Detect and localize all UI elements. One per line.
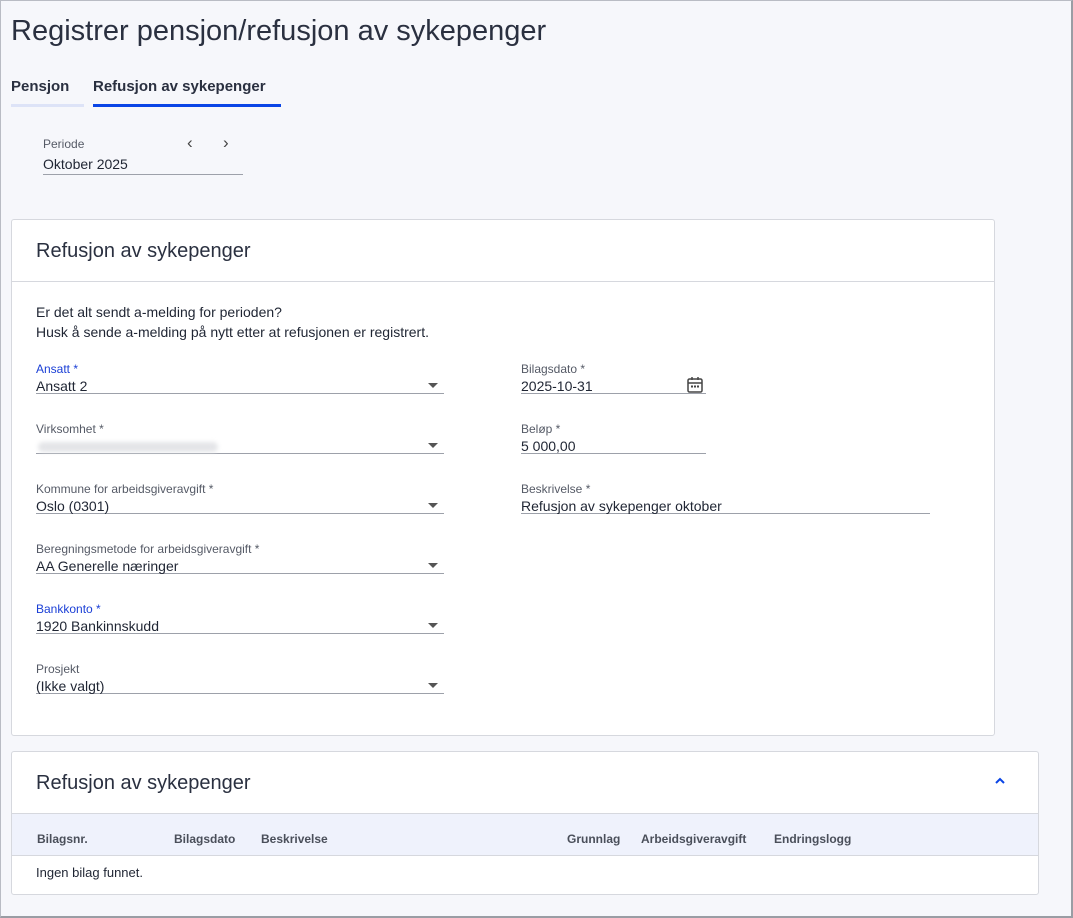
form-title: Refusjon av sykepenger: [36, 240, 251, 263]
table-header: Bilagsnr. Bilagsdato Beskrivelse Grunnla…: [12, 813, 1038, 856]
column-arbeidsgiveravgift[interactable]: Arbeidsgiveravgift: [641, 832, 746, 846]
period-value: Oktober 2025: [43, 156, 128, 172]
next-period-icon[interactable]: ›: [223, 133, 229, 153]
dropdown-caret-icon: [428, 383, 438, 388]
ansatt-value: Ansatt 2: [36, 378, 87, 394]
virksomhet-label: Virksomhet *: [36, 422, 104, 436]
info-line-2: Husk å sende a-melding på nytt etter at …: [36, 324, 429, 340]
beskrivelse-label: Beskrivelse *: [521, 482, 590, 496]
calendar-icon[interactable]: [686, 376, 704, 394]
dropdown-caret-icon: [428, 443, 438, 448]
bilagsdato-value: 2025-10-31: [521, 378, 593, 394]
prosjekt-value: (Ikke valgt): [36, 678, 104, 694]
dropdown-caret-icon: [428, 503, 438, 508]
kommune-label: Kommune for arbeidsgiveravgift *: [36, 482, 213, 496]
empty-message: Ingen bilag funnet.: [36, 865, 143, 880]
prosjekt-select[interactable]: Prosjekt (Ikke valgt): [36, 662, 444, 694]
belop-label: Beløp *: [521, 422, 560, 436]
column-beskrivelse[interactable]: Beskrivelse: [261, 832, 328, 846]
beregningsmetode-select[interactable]: Beregningsmetode for arbeidsgiveravgift …: [36, 542, 444, 574]
period-picker[interactable]: Periode Oktober 2025 ‹ ›: [43, 137, 243, 175]
dropdown-caret-icon: [428, 683, 438, 688]
bilagsdato-input[interactable]: Bilagsdato * 2025-10-31: [521, 362, 706, 394]
prosjekt-label: Prosjekt: [36, 662, 79, 676]
form-card: Refusjon av sykepenger Er det alt sendt …: [11, 219, 995, 736]
kommune-select[interactable]: Kommune for arbeidsgiveravgift * Oslo (0…: [36, 482, 444, 514]
chevron-up-icon[interactable]: [994, 776, 1006, 786]
page-title: Registrer pensjon/refusjon av sykepenger: [11, 15, 546, 48]
beregning-label: Beregningsmetode for arbeidsgiveravgift …: [36, 542, 259, 556]
beregning-value: AA Generelle næringer: [36, 558, 178, 574]
column-grunnlag[interactable]: Grunnlag: [567, 832, 620, 846]
list-card: Refusjon av sykepenger Bilagsnr. Bilagsd…: [11, 751, 1039, 895]
bankkonto-label: Bankkonto *: [36, 602, 101, 616]
prev-period-icon[interactable]: ‹: [187, 133, 193, 153]
column-bilagsdato[interactable]: Bilagsdato: [174, 832, 235, 846]
column-endringslogg[interactable]: Endringslogg: [774, 832, 851, 846]
beskrivelse-input[interactable]: Beskrivelse * Refusjon av sykepenger okt…: [521, 482, 930, 514]
period-label: Periode: [43, 137, 84, 151]
list-title: Refusjon av sykepenger: [36, 772, 251, 795]
info-line-1: Er det alt sendt a-melding for perioden?: [36, 304, 282, 320]
virksomhet-select[interactable]: Virksomhet *: [36, 422, 444, 454]
belop-input[interactable]: Beløp * 5 000,00: [521, 422, 706, 454]
dropdown-caret-icon: [428, 623, 438, 628]
dropdown-caret-icon: [428, 563, 438, 568]
belop-value: 5 000,00: [521, 438, 576, 454]
bankkonto-value: 1920 Bankinnskudd: [36, 618, 159, 634]
kommune-value: Oslo (0301): [36, 498, 109, 514]
bankkonto-select[interactable]: Bankkonto * 1920 Bankinnskudd: [36, 602, 444, 634]
ansatt-label: Ansatt *: [36, 362, 78, 376]
tab-refusjon[interactable]: Refusjon av sykepenger: [93, 78, 281, 107]
ansatt-select[interactable]: Ansatt * Ansatt 2: [36, 362, 444, 394]
beskrivelse-value: Refusjon av sykepenger oktober: [521, 498, 722, 514]
redacted-value: [38, 442, 218, 452]
tab-pensjon[interactable]: Pensjon: [11, 78, 84, 107]
column-bilagsnr[interactable]: Bilagsnr.: [37, 832, 88, 846]
bilagsdato-label: Bilagsdato *: [521, 362, 585, 376]
